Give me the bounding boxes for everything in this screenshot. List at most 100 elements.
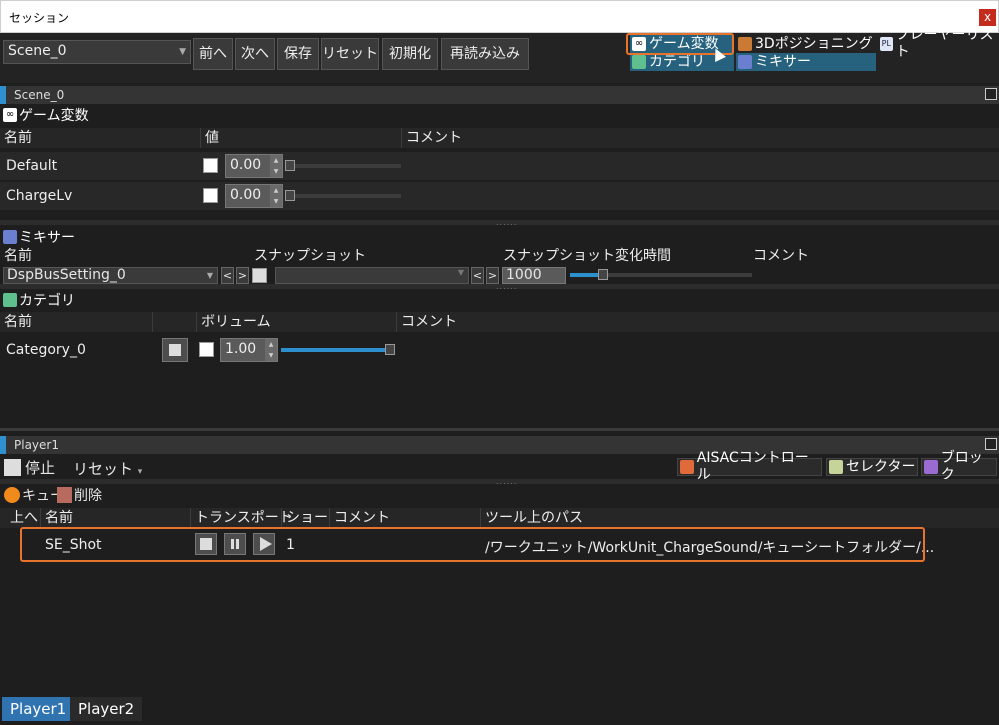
stop-icon	[4, 459, 21, 476]
stepper-icon[interactable]: ▲ ▼	[265, 339, 277, 361]
tab-player2[interactable]: Player2	[70, 697, 143, 721]
scene-select[interactable]: Scene_0 ▼	[3, 40, 191, 64]
mixer-title: ミキサー	[19, 230, 75, 246]
col-comment: コメント	[329, 508, 390, 528]
col-name: 名前	[4, 314, 32, 330]
prev-button[interactable]: 前へ	[193, 38, 233, 70]
mixer-header: 名前 スナップショット スナップショット変化時間 コメント	[0, 246, 999, 266]
chevron-down-icon: ▼	[206, 271, 213, 280]
volume-slider[interactable]	[281, 344, 395, 355]
var-value-field[interactable]: 0.00 ▲ ▼	[225, 154, 283, 178]
view-mixer-label: ミキサー	[755, 53, 811, 70]
var-checkbox[interactable]	[203, 188, 218, 203]
bottom-tab-bar	[0, 695, 999, 725]
splitter-grip: ......	[496, 477, 518, 486]
initialize-button[interactable]: 初期化	[382, 38, 438, 70]
player-reset-label: リセット	[73, 460, 134, 478]
slider-thumb[interactable]	[598, 269, 608, 280]
window-titlebar: セッション x	[0, 0, 999, 33]
variable-icon: ∞	[3, 108, 17, 122]
delete-label: 削除	[74, 488, 102, 504]
player-reset-button[interactable]: リセット ▾	[73, 458, 142, 479]
reset-button[interactable]: リセット	[321, 38, 379, 70]
view-3d-positioning-label: 3Dポジショニング	[755, 35, 873, 52]
block-icon	[924, 460, 938, 474]
game-var-section-title: ∞ ゲーム変数	[3, 105, 89, 125]
scene-select-value: Scene_0	[8, 43, 67, 59]
cue-table-header: 上へ 名前 トランスポート ショート コメント ツール上のパス	[0, 508, 999, 528]
mixer-icon	[3, 230, 17, 244]
tab-player1[interactable]: Player1	[2, 697, 75, 721]
maximize-icon[interactable]	[985, 438, 997, 450]
volume-field[interactable]: 1.00 ▲ ▼	[220, 338, 278, 362]
next-button[interactable]: 次へ	[235, 38, 275, 70]
var-value: 0.00	[230, 157, 262, 173]
trash-icon	[57, 487, 72, 503]
game-var-header: 名前 値 コメント	[0, 128, 999, 148]
view-player-list[interactable]: PL プレーヤーリスト	[878, 27, 996, 60]
var-checkbox[interactable]	[203, 158, 218, 173]
col-transport: トランスポート	[190, 508, 293, 528]
var-slider[interactable]	[285, 160, 401, 171]
stepper-icon[interactable]: ▲ ▼	[270, 155, 282, 177]
window-title: セッション	[9, 11, 70, 25]
snapshot-select[interactable]: ▼	[275, 267, 469, 284]
save-button[interactable]: 保存	[277, 38, 319, 70]
category-icon	[3, 293, 17, 307]
col-snapshot: スナップショット	[254, 248, 366, 264]
aisac-tool[interactable]: AISACコントロール	[677, 450, 822, 483]
col-up: 上へ	[10, 510, 38, 526]
chevron-down-icon: ▼	[457, 268, 464, 277]
var-slider[interactable]	[285, 190, 401, 201]
snapshot-time-slider[interactable]	[570, 269, 752, 280]
selector-tool[interactable]: セレクター	[826, 458, 918, 476]
col-volume: ボリューム	[196, 312, 271, 332]
var-value-field[interactable]: 0.00 ▲ ▼	[225, 184, 283, 208]
chevron-down-icon: ▼	[179, 47, 186, 57]
category-section-title: カテゴリ	[3, 290, 75, 310]
selector-icon	[829, 460, 843, 474]
category-title: カテゴリ	[19, 293, 75, 309]
stop-control[interactable]: 停止	[4, 457, 55, 478]
selector-label: セレクター	[846, 458, 916, 475]
dsp-bus-select[interactable]: DspBusSetting_0 ▼	[3, 267, 218, 284]
splitter[interactable]: ......	[0, 477, 999, 486]
cue-icon	[4, 487, 20, 503]
col-comment: コメント	[401, 128, 462, 148]
stop-button[interactable]	[162, 338, 188, 362]
close-button[interactable]: x	[979, 9, 996, 26]
reload-button[interactable]: 再読み込み	[441, 38, 529, 70]
block-tool[interactable]: ブロック	[921, 450, 997, 483]
col-name: 名前	[4, 130, 32, 146]
slider-thumb[interactable]	[385, 344, 395, 355]
slider-thumb[interactable]	[285, 190, 295, 201]
splitter[interactable]: ......	[0, 283, 999, 291]
slider-fill	[281, 348, 393, 352]
scene-panel-title: Scene_0	[14, 88, 65, 102]
mixer-checkbox[interactable]	[252, 268, 267, 283]
player-list-icon: PL	[880, 37, 893, 51]
col-value: 値	[200, 128, 219, 148]
mixer-next-button[interactable]: >	[236, 267, 249, 284]
view-mixer[interactable]: ミキサー	[736, 53, 876, 71]
col-mute	[152, 312, 157, 332]
category-checkbox[interactable]	[199, 342, 214, 357]
stop-label: 停止	[25, 459, 56, 477]
category-icon	[632, 55, 646, 69]
stepper-icon[interactable]: ▲ ▼	[270, 185, 282, 207]
maximize-icon[interactable]	[985, 88, 997, 100]
var-value: 0.00	[230, 187, 262, 203]
game-var-title: ゲーム変数	[19, 108, 89, 124]
mixer-section-title: ミキサー	[3, 227, 75, 247]
mixer-prev-button[interactable]: <	[221, 267, 234, 284]
slider-thumb[interactable]	[285, 160, 295, 171]
delete-button[interactable]: 削除	[57, 485, 102, 505]
snapshot-prev-button[interactable]: <	[471, 267, 484, 284]
view-3d-positioning[interactable]: 3Dポジショニング	[736, 35, 876, 53]
table-row: ChargeLv 0.00 ▲ ▼	[0, 182, 999, 210]
cue-tab[interactable]: キュー	[4, 485, 64, 505]
splitter[interactable]: ......	[0, 219, 999, 227]
splitter[interactable]	[0, 428, 999, 431]
var-name: ChargeLv	[6, 188, 73, 204]
col-name: 名前	[4, 248, 32, 264]
